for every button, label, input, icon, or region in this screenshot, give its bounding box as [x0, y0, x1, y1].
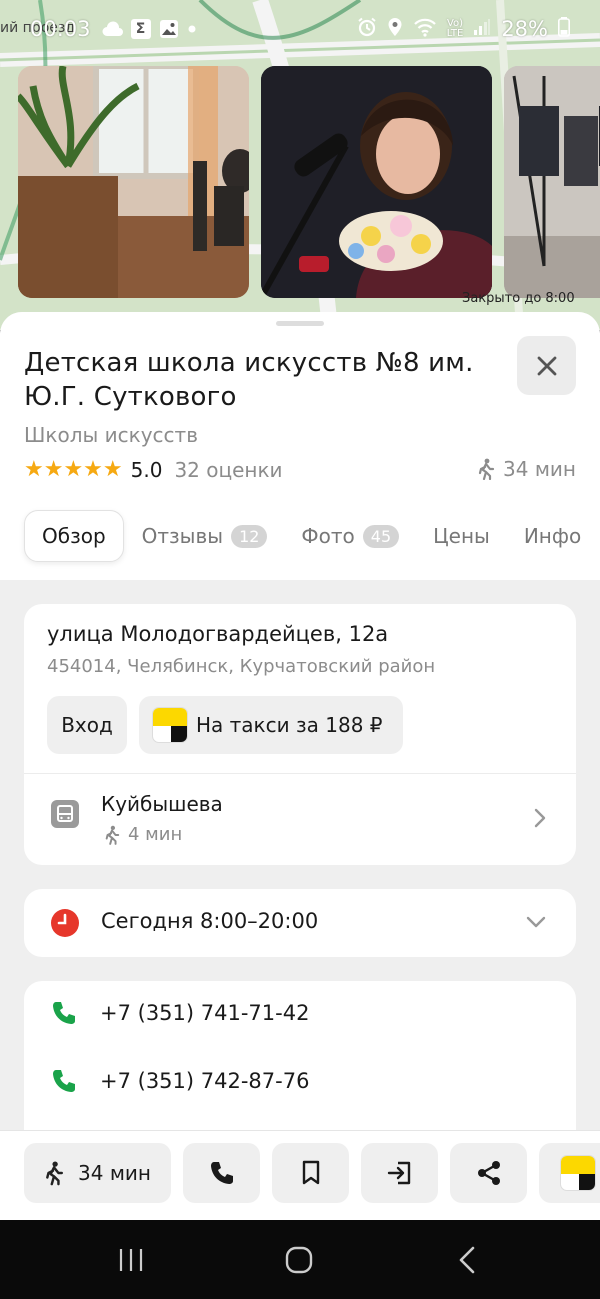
- hours-card[interactable]: Сегодня 8:00–20:00: [24, 889, 576, 957]
- share-icon: [477, 1161, 500, 1185]
- tab-photos[interactable]: Фото 45: [301, 510, 400, 562]
- cloud-icon: [101, 21, 123, 37]
- back-icon: [459, 1246, 475, 1274]
- rating-count: 32 оценки: [174, 457, 283, 482]
- closed-note: Закрыто до 8:00: [462, 291, 575, 306]
- call-button[interactable]: [183, 1143, 260, 1203]
- taxi-logo-icon: [152, 707, 188, 743]
- phone-number: +7 (351) 742-87-76: [100, 1069, 310, 1093]
- photo-singer[interactable]: [261, 66, 492, 298]
- place-header: Детская школа искусств №8 им. Ю.Г. Сутко…: [0, 312, 600, 580]
- tab-badge: 12: [231, 524, 268, 548]
- phone-row[interactable]: +7 (351) 742-87-76: [50, 1067, 309, 1095]
- taxi-logo-icon: [559, 1155, 596, 1191]
- tab-info[interactable]: Инфо: [524, 510, 581, 562]
- tab-overview[interactable]: Обзор: [24, 510, 124, 562]
- photo-wardrobe-image: [504, 66, 600, 298]
- chevron-right-icon[interactable]: [534, 808, 546, 832]
- phone-icon: [53, 1070, 75, 1092]
- entrance-label: Вход: [61, 713, 113, 737]
- tab-reviews[interactable]: Отзывы 12: [142, 510, 268, 562]
- tab-label: Цены: [433, 524, 490, 548]
- recents-button[interactable]: [111, 1242, 151, 1278]
- photo-interior[interactable]: [18, 66, 249, 298]
- rating-value: 5.0: [130, 457, 163, 482]
- tab-badge: 45: [362, 524, 400, 548]
- taxi-label: На такси за 188 ₽: [196, 713, 383, 737]
- enter-icon: [387, 1161, 410, 1185]
- battery-icon: [558, 16, 570, 42]
- entrance-action-button[interactable]: [361, 1143, 438, 1203]
- tab-prices[interactable]: Цены: [433, 510, 490, 562]
- transit-walk-text: 4 мин: [128, 824, 183, 845]
- status-time: 00:03: [30, 17, 91, 41]
- action-bar: 34 мин: [0, 1130, 600, 1220]
- tab-bar: Обзор Отзывы 12 Фото 45 Цены Инфо: [24, 510, 600, 562]
- rating-row[interactable]: ★★★★★ 5.0 32 оценки: [24, 457, 283, 482]
- close-button[interactable]: [517, 336, 576, 395]
- sigma-icon: Σ: [130, 19, 151, 39]
- photo-interior-image: [18, 66, 249, 298]
- volte-icon: Vo) LTE: [446, 18, 464, 39]
- bus-stop-icon: [51, 800, 79, 828]
- tab-label: Обзор: [42, 524, 106, 548]
- bookmark-icon: [302, 1160, 319, 1185]
- place-title: Детская школа искусств №8 им. Ю.Г. Сутко…: [24, 348, 474, 412]
- phone-icon: [53, 1002, 75, 1024]
- tab-label: Фото: [301, 524, 355, 548]
- taxi-action-button[interactable]: [539, 1143, 600, 1203]
- photo-wardrobe[interactable]: [504, 66, 600, 298]
- walk-icon: [478, 458, 495, 480]
- dot-icon: [187, 24, 197, 34]
- address-details: 454014, Челябинск, Курчатовский район: [47, 656, 436, 677]
- recents-icon: [119, 1249, 143, 1271]
- route-walk-label: 34 мин: [78, 1161, 151, 1185]
- place-card-sheet: Детская школа искусств №8 им. Ю.Г. Сутко…: [0, 312, 600, 1220]
- address-card: улица Молодогвардейцев, 12а 454014, Челя…: [24, 604, 576, 865]
- home-button[interactable]: [279, 1242, 319, 1278]
- walk-time-text: 34 мин: [503, 457, 576, 481]
- back-button[interactable]: [447, 1242, 487, 1278]
- divider: [24, 773, 576, 774]
- phone-number: +7 (351) 741-71-42: [100, 1001, 310, 1025]
- entrance-button[interactable]: Вход: [47, 696, 127, 754]
- transit-walk: 4 мин: [104, 824, 182, 845]
- taxi-button[interactable]: На такси за 188 ₽: [139, 696, 403, 754]
- phone-icon: [210, 1162, 233, 1184]
- location-icon: [387, 17, 403, 42]
- share-button[interactable]: [450, 1143, 527, 1203]
- tab-label: Инфо: [523, 524, 582, 548]
- walk-icon: [105, 825, 120, 845]
- clock-icon: [50, 908, 80, 942]
- bookmark-button[interactable]: [272, 1143, 349, 1203]
- image-icon: [159, 19, 179, 39]
- wifi-icon: [413, 17, 437, 42]
- route-walk-button[interactable]: 34 мин: [24, 1143, 171, 1203]
- transit-stop-name[interactable]: Куйбышева: [101, 792, 223, 816]
- place-category[interactable]: Школы искусств: [24, 423, 198, 447]
- close-icon: [537, 356, 556, 375]
- system-nav-bar: [0, 1220, 600, 1299]
- signal-icon: [473, 17, 491, 41]
- walk-icon: [46, 1161, 64, 1186]
- alarm-icon: [357, 17, 377, 42]
- rating-stars: ★★★★★: [24, 457, 123, 482]
- address-street[interactable]: улица Молодогвардейцев, 12а: [47, 622, 388, 646]
- home-icon: [285, 1246, 313, 1274]
- sheet-grabber[interactable]: [276, 321, 324, 326]
- walk-time[interactable]: 34 мин: [477, 457, 576, 481]
- battery-text: 28%: [501, 17, 548, 41]
- phone-row[interactable]: +7 (351) 741-71-42: [50, 999, 309, 1027]
- chevron-down-icon[interactable]: [526, 913, 546, 932]
- tab-label: Отзывы: [141, 524, 224, 548]
- hours-text: Сегодня 8:00–20:00: [101, 909, 319, 933]
- status-bar: 00:03 Σ Vo) LTE 28%: [0, 0, 600, 58]
- photo-singer-image: [261, 66, 492, 298]
